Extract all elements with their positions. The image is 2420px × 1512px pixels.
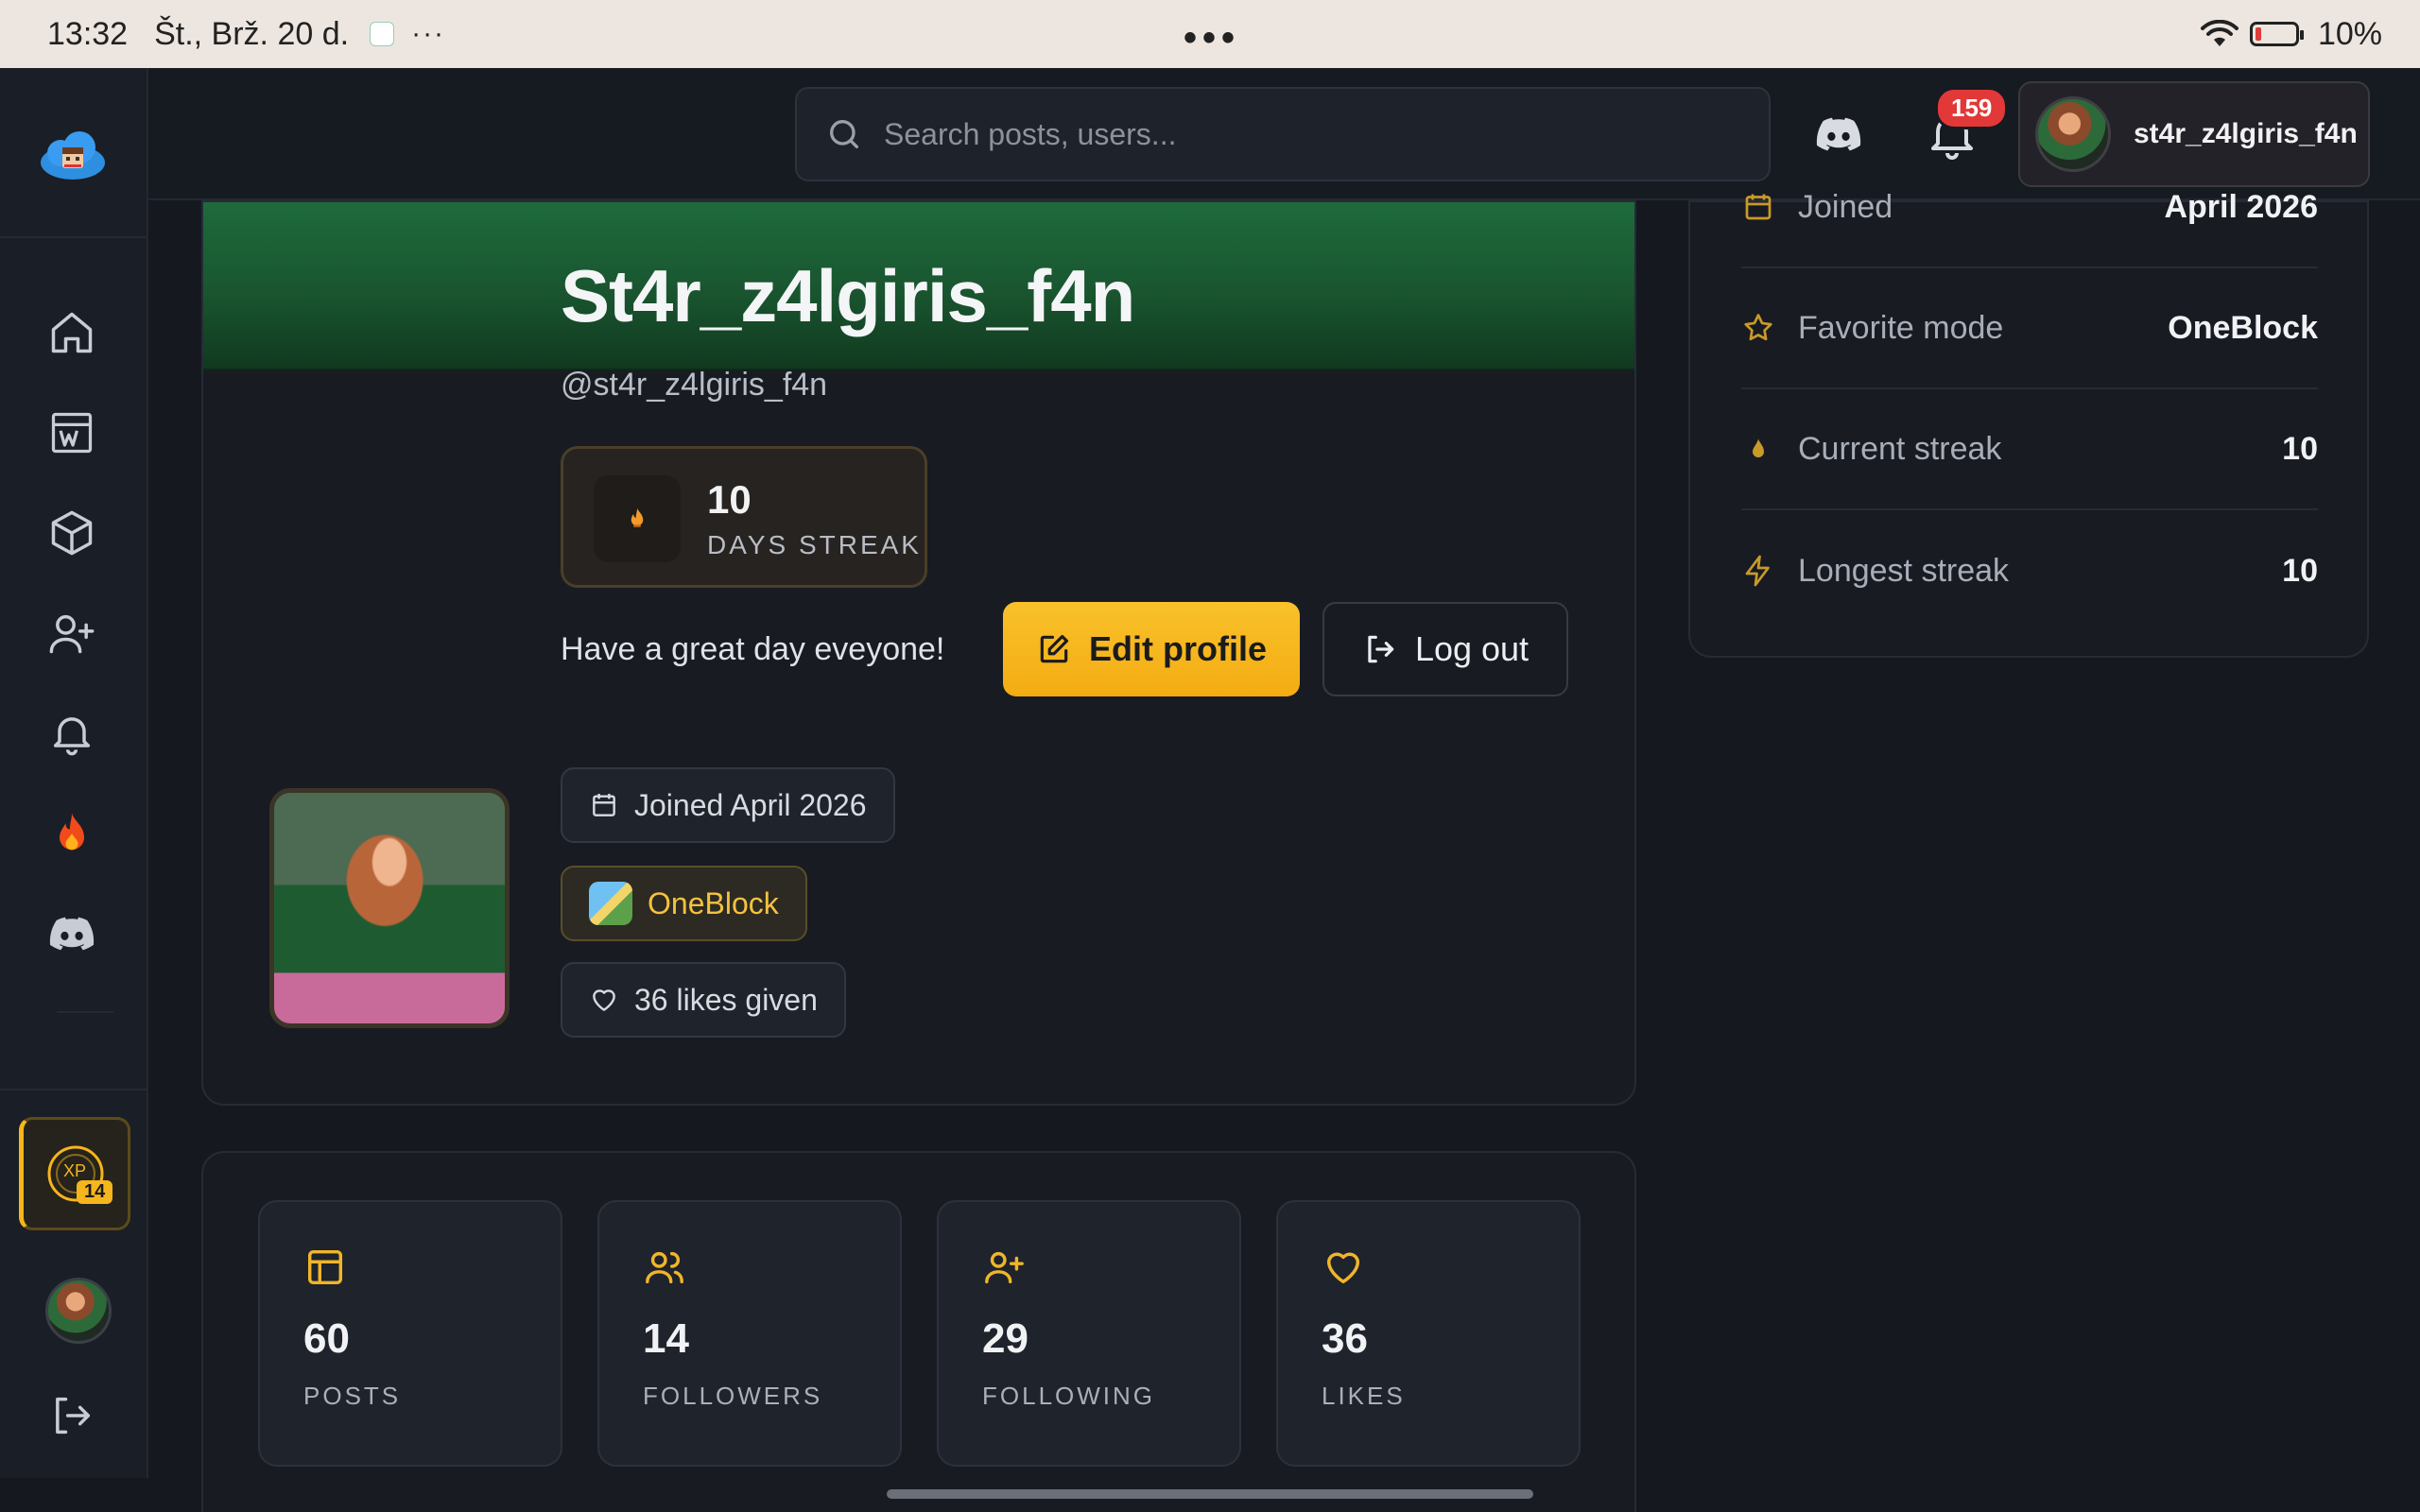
status-right: 10% — [2200, 0, 2382, 68]
notification-count-badge: 159 — [1935, 87, 2009, 129]
window-handle-dots[interactable]: ••• — [1184, 17, 1240, 60]
detail-current-streak-value: 10 — [2282, 430, 2318, 467]
wiki-icon[interactable] — [43, 404, 100, 461]
xp-level-button[interactable]: XP 14 — [19, 1117, 130, 1230]
stat-likes[interactable]: 36 LIKES — [1276, 1200, 1581, 1467]
log-out-label: Log out — [1414, 629, 1530, 668]
profile-details-card: Joined April 2026 Favorite mode OneBlock… — [1688, 189, 2369, 658]
detail-favorite-mode: Favorite mode OneBlock — [1741, 268, 2318, 389]
search-input[interactable] — [884, 116, 1735, 152]
detail-longest-streak-value: 10 — [2282, 552, 2318, 589]
discord-icon[interactable] — [43, 905, 100, 962]
stat-posts[interactable]: 60 POSTS — [258, 1200, 562, 1467]
detail-joined-value: April 2026 — [2164, 188, 2318, 225]
gesture-home-bar[interactable] — [887, 1489, 1533, 1499]
stat-followers-value: 14 — [643, 1315, 689, 1362]
profile-card: St4r_z4lgiris_f4n @st4r_z4lgiris_f4n 10 … — [201, 200, 1636, 1106]
stat-likes-label: LIKES — [1322, 1382, 1406, 1410]
profile-bio: Have a great day eveyone! — [561, 631, 945, 667]
profile-display-name: St4r_z4lgiris_f4n — [561, 254, 1135, 337]
followers-icon — [646, 1251, 683, 1284]
status-more: ··· — [411, 18, 446, 49]
following-icon — [985, 1251, 1024, 1284]
stat-followers-label: FOLLOWERS — [643, 1382, 823, 1410]
flame-icon — [1753, 438, 1764, 457]
detail-longest-streak-key: Longest streak — [1798, 552, 2010, 589]
fire-icon[interactable] — [43, 805, 100, 862]
favorite-mode-chip[interactable]: OneBlock — [561, 866, 807, 941]
calendar-icon — [1745, 194, 1772, 220]
detail-favorite-mode-key: Favorite mode — [1798, 309, 2004, 346]
search-box[interactable] — [795, 87, 1771, 181]
favorite-mode-chip-text: OneBlock — [648, 885, 779, 920]
likes-given-chip-text: 36 likes given — [634, 982, 818, 1017]
edit-profile-label: Edit profile — [1089, 629, 1267, 668]
stat-following-label: FOLLOWING — [982, 1382, 1156, 1410]
logout-icon[interactable] — [43, 1387, 100, 1444]
detail-favorite-mode-value: OneBlock — [2168, 309, 2318, 346]
xp-level-badge: 14 — [77, 1180, 113, 1204]
wifi-icon — [2200, 20, 2238, 46]
calendar-icon — [593, 794, 615, 816]
log-out-button[interactable]: Log out — [1322, 602, 1568, 696]
stat-following-value: 29 — [982, 1315, 1028, 1362]
notification-app-icon — [370, 22, 395, 46]
battery-percent: 10% — [2317, 15, 2382, 52]
star-icon — [1744, 314, 1772, 341]
joined-chip-text: Joined April 2026 — [634, 787, 867, 822]
streak-label: DAYS STREAK — [707, 530, 922, 559]
home-icon[interactable] — [43, 304, 100, 361]
detail-joined-key: Joined — [1798, 188, 1893, 225]
edit-icon — [1040, 634, 1069, 663]
stat-following[interactable]: 29 FOLLOWING — [937, 1200, 1241, 1467]
streak-fire-icon — [594, 475, 681, 562]
edit-profile-button[interactable]: Edit profile — [1003, 602, 1300, 696]
heart-icon — [593, 989, 615, 1011]
detail-current-streak: Current streak 10 — [1741, 389, 2318, 510]
streak-count: 10 — [707, 477, 752, 522]
system-status-bar: 13:32 Št., Brž. 20 d. ··· ••• 10% — [0, 0, 2420, 68]
xp-label: XP — [63, 1161, 87, 1180]
posts-icon — [307, 1249, 343, 1285]
user-menu-name: st4r_z4lgiris_f4n — [2134, 118, 2358, 149]
battery-icon — [2249, 22, 2304, 46]
stats-card: 60 POSTS 14 FOLLOWERS 29 FOLLOWING 36 LI… — [201, 1151, 1636, 1512]
cube-icon[interactable] — [43, 505, 100, 561]
heart-icon — [1326, 1252, 1360, 1284]
bell-icon[interactable] — [43, 705, 100, 762]
stat-likes-value: 36 — [1322, 1315, 1368, 1362]
lightning-icon — [1745, 555, 1770, 587]
sidebar: XP 14 — [0, 68, 148, 1478]
oneblock-icon — [589, 882, 632, 925]
search-icon — [830, 120, 858, 148]
status-date: Št., Brž. 20 d. — [154, 15, 350, 52]
app-root: 13:32 Št., Brž. 20 d. ··· ••• 10% XP 14 … — [0, 0, 2420, 1512]
detail-joined: Joined April 2026 — [1741, 147, 2318, 268]
likes-given-chip: 36 likes given — [561, 962, 846, 1038]
stat-posts-label: POSTS — [303, 1382, 402, 1410]
status-time: 13:32 — [47, 15, 129, 52]
add-user-icon[interactable] — [43, 605, 100, 662]
detail-current-streak-key: Current streak — [1798, 430, 2002, 467]
stat-followers[interactable]: 14 FOLLOWERS — [597, 1200, 902, 1467]
profile-handle: @st4r_z4lgiris_f4n — [561, 367, 828, 403]
logout-icon — [1368, 635, 1394, 663]
cloud-logo-icon[interactable] — [38, 125, 108, 181]
stat-posts-value: 60 — [303, 1315, 350, 1362]
profile-avatar[interactable] — [269, 788, 510, 1028]
detail-longest-streak: Longest streak 10 — [1741, 510, 2318, 631]
sidebar-avatar[interactable] — [45, 1278, 112, 1344]
joined-chip: Joined April 2026 — [561, 767, 895, 843]
streak-card: 10 DAYS STREAK — [561, 446, 927, 588]
